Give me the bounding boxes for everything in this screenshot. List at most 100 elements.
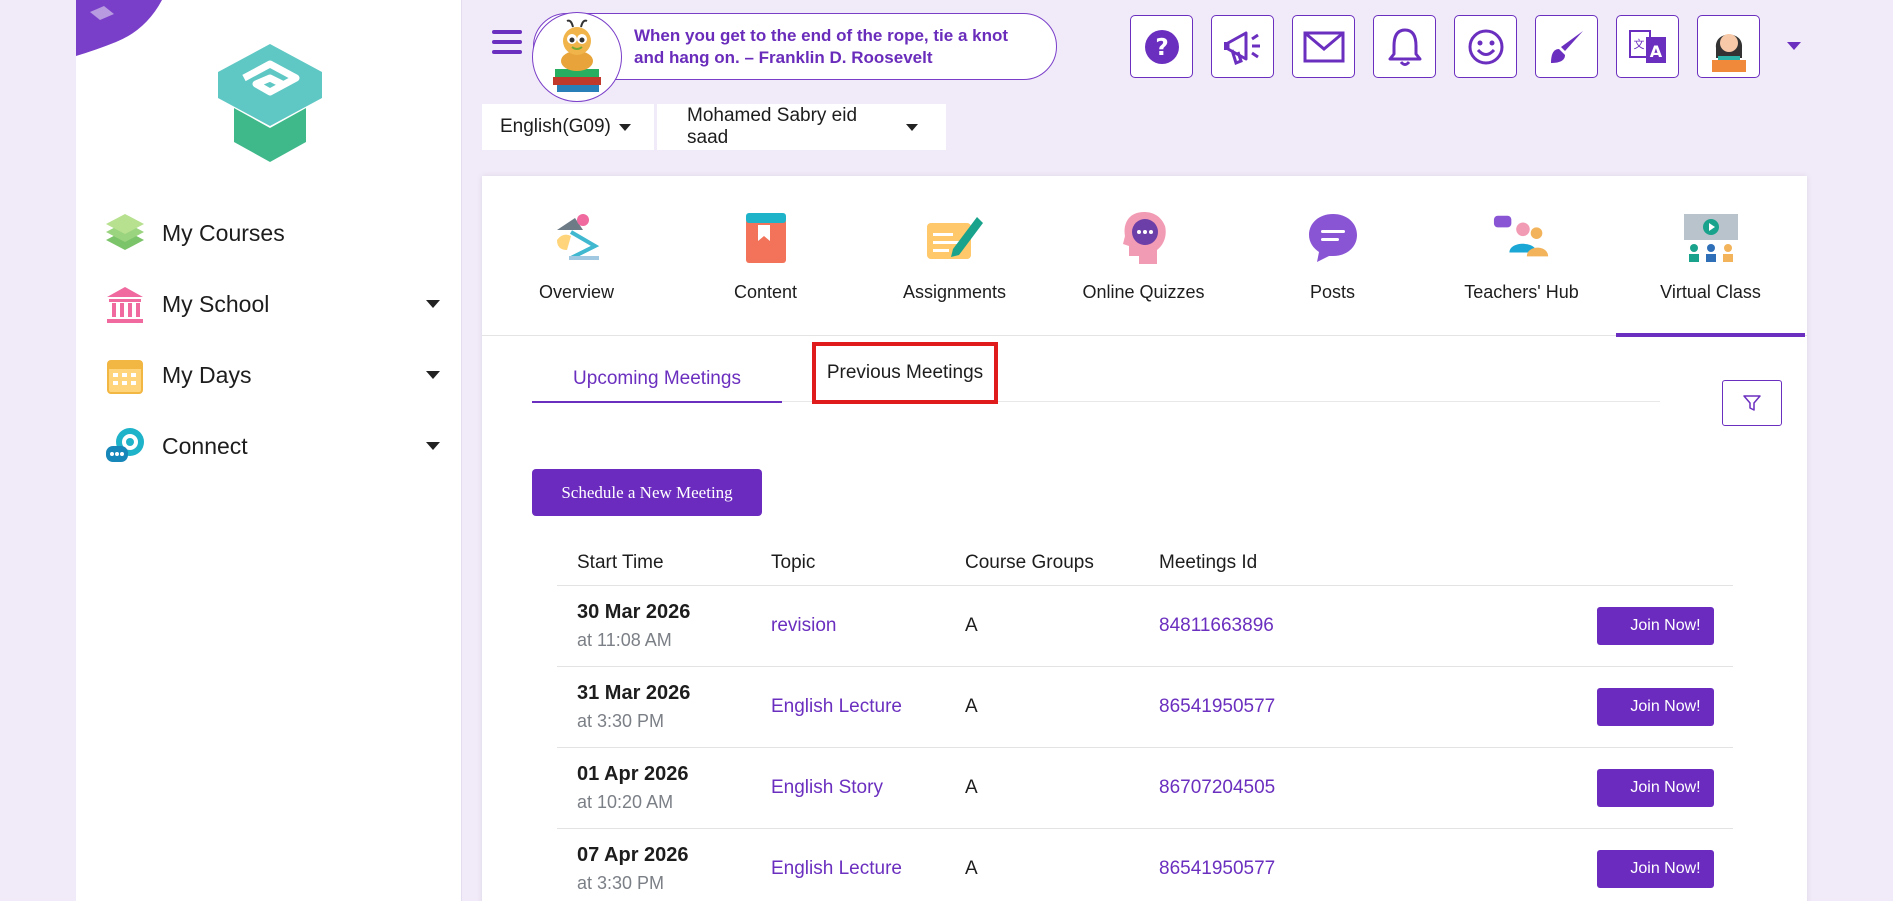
school-logo (218, 44, 322, 162)
svg-text:A: A (1649, 42, 1662, 61)
messages-button[interactable] (1292, 15, 1355, 78)
tab-upcoming-meetings[interactable]: Upcoming Meetings (532, 356, 782, 403)
meeting-time: at 3:30 PM (577, 873, 665, 893)
teacher-selector[interactable]: Mohamed Sabry eid saad (654, 104, 946, 150)
course-panel: Overview Content Assignments Online Quiz… (482, 176, 1807, 901)
sidebar-item-my-days[interactable]: My Days (76, 340, 462, 411)
chevron-down-icon (618, 123, 631, 131)
tab-label: Content (733, 282, 798, 302)
meeting-id-link[interactable]: 86541950577 (1139, 858, 1539, 880)
course-tabs: Overview Content Assignments Online Quiz… (482, 176, 1807, 337)
course-group: A (965, 777, 978, 798)
sidebar-item-label: Connect (162, 433, 248, 459)
meeting-id-link[interactable]: 84811663896 (1139, 615, 1539, 637)
svg-text:?: ? (1155, 35, 1168, 61)
brush-icon (1550, 30, 1583, 63)
course-group: A (965, 615, 978, 636)
theme-button[interactable] (1535, 15, 1598, 78)
sidebar-item-connect[interactable]: Connect (76, 411, 462, 482)
tab-posts[interactable]: Posts (1238, 176, 1427, 336)
tab-content[interactable]: Content (671, 176, 860, 336)
course-name: English(G09) (500, 116, 611, 137)
pen-paper-icon (925, 210, 985, 266)
tab-label: Online Quizzes (1082, 282, 1205, 302)
speech-bubble-icon (1303, 210, 1363, 266)
breadcrumb: English(G09) Mohamed Sabry eid saad (482, 104, 946, 150)
book-icon (736, 210, 796, 266)
tab-teachers-hub[interactable]: Teachers' Hub (1427, 176, 1616, 336)
meeting-topic-link[interactable]: English Story (751, 777, 945, 799)
column-header: Topic (771, 551, 816, 573)
corner-ribbon-icon (76, 0, 162, 56)
meeting-id-link[interactable]: 86707204505 (1139, 777, 1539, 799)
join-now-button[interactable]: Join Now! (1597, 607, 1714, 645)
meeting-topic-link[interactable]: revision (751, 615, 945, 637)
meetings-table: Start Time Topic Course Groups Meetings … (557, 540, 1733, 901)
tab-assignments[interactable]: Assignments (860, 176, 1049, 336)
meeting-topic-link[interactable]: English Lecture (751, 696, 945, 718)
chevron-down-icon[interactable] (426, 442, 440, 450)
meeting-tabs: Upcoming Meetings Previous Meetings (532, 342, 1660, 404)
quote-banner: When you get to the end of the rope, tie… (532, 12, 1057, 102)
meeting-id-link[interactable]: 86541950577 (1139, 696, 1539, 718)
chevron-down-icon[interactable] (426, 371, 440, 379)
filter-button[interactable] (1722, 380, 1782, 426)
mood-button[interactable] (1454, 15, 1517, 78)
sidebar-item-label: My Courses (162, 220, 285, 246)
megaphone-icon (1223, 31, 1260, 65)
tab-online-quizzes[interactable]: Online Quizzes (1049, 176, 1238, 336)
school-building-icon (104, 284, 146, 326)
schedule-meeting-button[interactable]: Schedule a New Meeting (532, 469, 762, 516)
calendar-icon (104, 355, 146, 397)
join-now-button[interactable]: Join Now! (1597, 850, 1714, 888)
sidebar-item-my-courses[interactable]: My Courses (76, 198, 462, 269)
table-row: 07 Apr 2026 at 3:30 PM English Lecture A … (557, 829, 1733, 901)
sidebar-item-label: My Days (162, 362, 252, 388)
sidebar-item-my-school[interactable]: My School (76, 269, 462, 340)
join-now-button[interactable]: Join Now! (1597, 688, 1714, 726)
lamp-icon (547, 210, 607, 266)
teacher-name: Mohamed Sabry eid saad (687, 105, 858, 148)
announcements-button[interactable] (1211, 15, 1274, 78)
quote-text: When you get to the end of the rope, tie… (634, 26, 1008, 67)
tab-previous-meetings[interactable]: Previous Meetings (812, 342, 998, 404)
join-now-button[interactable]: Join Now! (1597, 769, 1714, 807)
course-group: A (965, 696, 978, 717)
chevron-down-icon (906, 123, 918, 131)
mail-icon (1303, 31, 1344, 62)
bookworm-mascot-icon (532, 12, 622, 102)
tab-label: Overview (538, 282, 614, 302)
table-row: 01 Apr 2026 at 10:20 AM English Story A 8… (557, 748, 1733, 829)
help-icon: ? (1144, 29, 1179, 64)
meeting-topic-link[interactable]: English Lecture (751, 858, 945, 880)
chat-bubble-icon (104, 426, 146, 468)
sidebar-item-label: My School (162, 291, 270, 317)
column-header: Start Time (577, 551, 664, 573)
meeting-date: 31 Mar 2026 (577, 682, 691, 704)
classroom-screen-icon (1681, 210, 1741, 266)
tab-label: Posts (1309, 282, 1356, 302)
language-button[interactable]: A文 (1616, 15, 1679, 78)
chevron-down-icon[interactable] (426, 300, 440, 308)
help-button[interactable]: ? (1130, 15, 1193, 78)
head-thought-icon (1114, 210, 1174, 266)
notifications-button[interactable] (1373, 15, 1436, 78)
meeting-time: at 11:08 AM (577, 630, 672, 650)
tab-label: Assignments (902, 282, 1007, 302)
smiley-icon (1468, 29, 1503, 64)
profile-avatar (1711, 33, 1746, 72)
menu-toggle-button[interactable] (492, 30, 522, 56)
tab-label: Virtual Class (1660, 282, 1761, 302)
tab-label: Teachers' Hub (1464, 282, 1579, 302)
course-selector[interactable]: English(G09) (482, 104, 654, 150)
profile-button[interactable] (1697, 15, 1760, 78)
svg-text:文: 文 (1633, 37, 1644, 51)
profile-dropdown-icon[interactable] (1787, 42, 1801, 50)
sidebar: My Courses My School My Days Connect (76, 0, 462, 901)
meeting-date: 01 Apr 2026 (577, 763, 689, 785)
tab-overview[interactable]: Overview (482, 176, 671, 336)
books-stack-icon (104, 213, 146, 255)
tab-virtual-class[interactable]: Virtual Class (1616, 176, 1805, 337)
filter-icon (1743, 395, 1761, 411)
people-group-icon (1492, 210, 1552, 266)
